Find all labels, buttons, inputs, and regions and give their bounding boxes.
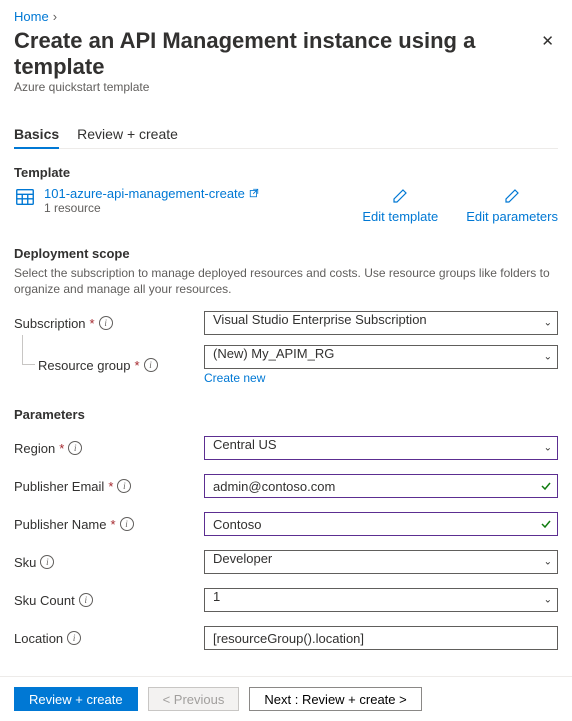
chevron-right-icon: › [53, 9, 57, 24]
tab-basics[interactable]: Basics [14, 122, 59, 148]
info-icon[interactable]: i [117, 479, 131, 493]
publisher-email-label: Publisher Email* i [14, 479, 204, 494]
template-resource-count: 1 resource [44, 201, 259, 215]
subscription-select[interactable]: Visual Studio Enterprise Subscription [204, 311, 558, 335]
close-icon[interactable]: ✕ [537, 28, 558, 54]
sku-select[interactable]: Developer [204, 550, 558, 574]
region-label: Region* i [14, 441, 204, 456]
sku-count-select[interactable]: 1 [204, 588, 558, 612]
section-parameters: Parameters [14, 407, 558, 422]
info-icon[interactable]: i [68, 441, 82, 455]
breadcrumb-home[interactable]: Home [14, 9, 49, 24]
edit-parameters-button[interactable]: Edit parameters [466, 188, 558, 224]
location-label: Location i [14, 631, 204, 646]
template-icon [14, 186, 36, 208]
create-new-link[interactable]: Create new [204, 371, 265, 385]
edit-template-button[interactable]: Edit template [362, 188, 438, 224]
info-icon[interactable]: i [144, 358, 158, 372]
subscription-label: Subscription* i [14, 316, 204, 331]
section-template: Template [14, 165, 558, 180]
section-deployment-scope: Deployment scope [14, 246, 558, 261]
info-icon[interactable]: i [79, 593, 93, 607]
pencil-icon [392, 188, 408, 207]
page-title: Create an API Management instance using … [14, 28, 537, 80]
template-link[interactable]: 101-azure-api-management-create [44, 186, 259, 201]
publisher-email-field[interactable] [204, 474, 558, 498]
info-icon[interactable]: i [67, 631, 81, 645]
info-icon[interactable]: i [99, 316, 113, 330]
location-field[interactable] [204, 626, 558, 650]
next-button[interactable]: Next : Review + create > [249, 687, 421, 711]
external-link-icon [249, 186, 259, 201]
publisher-name-field[interactable] [204, 512, 558, 536]
info-icon[interactable]: i [40, 555, 54, 569]
resource-group-label: Resource group* i [38, 358, 204, 373]
pencil-icon [504, 188, 520, 207]
footer: Review + create < Previous Next : Review… [0, 676, 572, 721]
breadcrumb: Home › [14, 6, 558, 26]
resource-group-select[interactable]: (New) My_APIM_RG [204, 345, 558, 369]
info-icon[interactable]: i [120, 517, 134, 531]
tabs: Basics Review + create [14, 122, 558, 149]
review-create-button[interactable]: Review + create [14, 687, 138, 711]
deployment-scope-description: Select the subscription to manage deploy… [14, 265, 558, 297]
publisher-name-label: Publisher Name* i [14, 517, 204, 532]
region-select[interactable]: Central US [204, 436, 558, 460]
previous-button[interactable]: < Previous [148, 687, 240, 711]
sku-count-label: Sku Count i [14, 593, 204, 608]
tab-review-create[interactable]: Review + create [77, 122, 178, 148]
sku-label: Sku i [14, 555, 204, 570]
page-subtitle: Azure quickstart template [14, 80, 558, 94]
